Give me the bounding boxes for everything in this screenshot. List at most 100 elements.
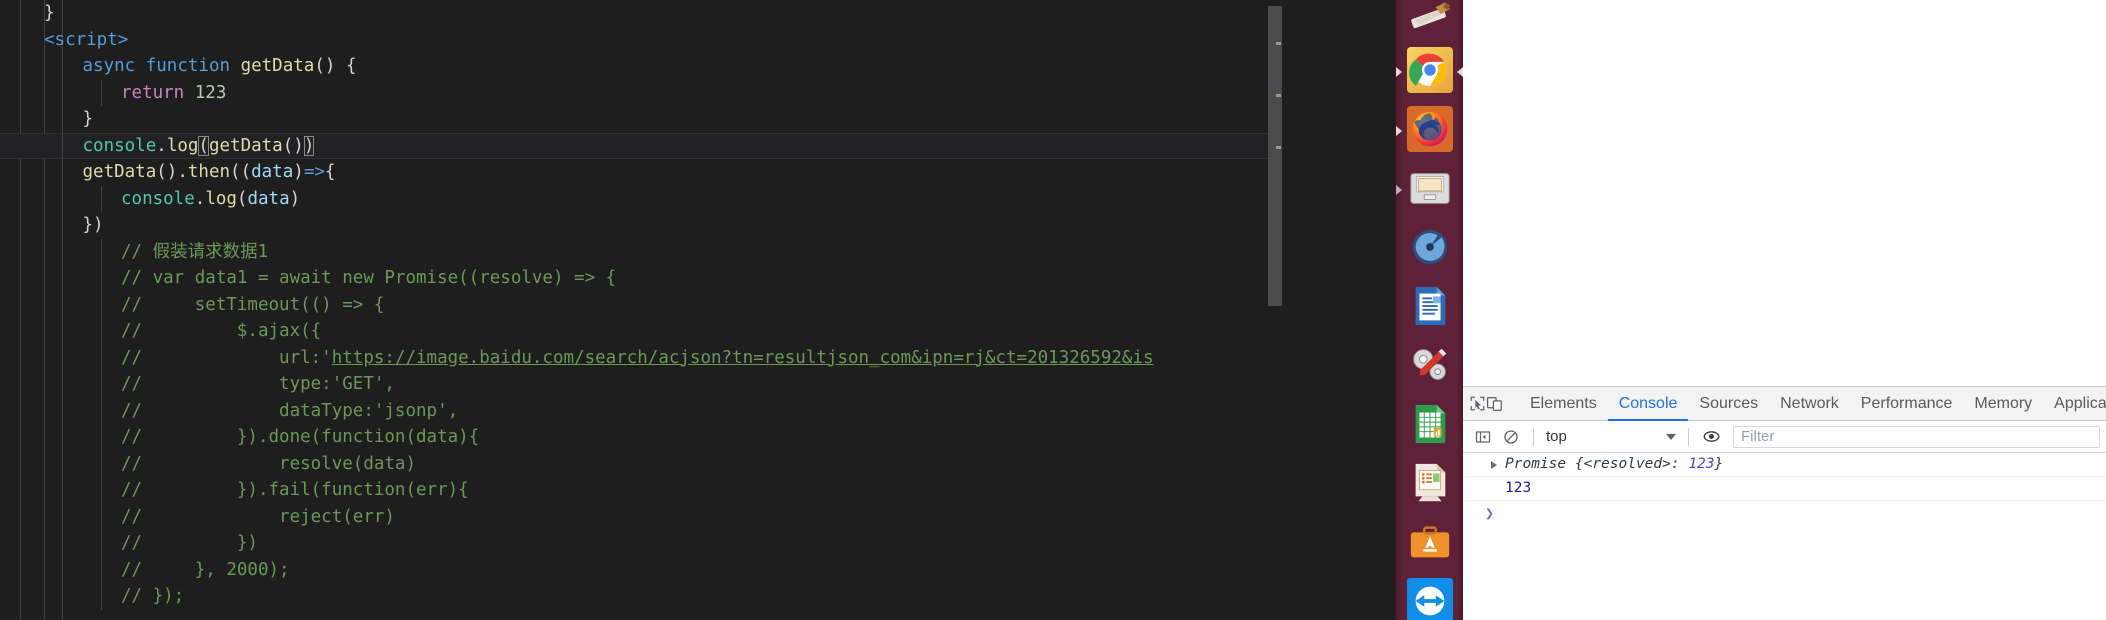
chrome-icon xyxy=(1407,47,1453,93)
console-output[interactable]: Promise {<resolved>: 123} 123 ❯ xyxy=(1463,453,2106,620)
code-line[interactable]: // }).done(function(data){ xyxy=(0,424,1282,451)
console-message[interactable]: Promise {<resolved>: 123} xyxy=(1463,453,2106,477)
code-line[interactable]: } xyxy=(0,0,1282,27)
code-line[interactable]: // }).fail(function(err){ xyxy=(0,477,1282,504)
code-line[interactable]: // }, 2000); xyxy=(0,556,1282,584)
code-token: // url:' xyxy=(121,347,332,368)
code-token: function xyxy=(145,56,231,76)
code-line[interactable]: // url:'https://image.baidu.com/search/a… xyxy=(0,344,1282,372)
dock-item-libreoffice-calc[interactable] xyxy=(1403,397,1457,451)
code-line-text: console.log(getData()) xyxy=(0,133,315,160)
code-text-area[interactable]: } <script> async function getData() {retur… xyxy=(0,0,1282,620)
code-line[interactable]: console.log(getData()) xyxy=(0,132,1282,160)
console-filter-input[interactable] xyxy=(1733,425,2100,448)
application-dock[interactable] xyxy=(1395,0,1463,620)
console-prompt-row[interactable]: ❯ xyxy=(1463,501,2106,525)
code-line-text: <script> xyxy=(0,27,128,54)
indent-guide xyxy=(62,212,63,239)
code-line[interactable]: // 假装请求数据1 xyxy=(0,238,1282,265)
code-token: getData xyxy=(82,162,157,182)
live-expression-icon[interactable] xyxy=(1697,423,1725,451)
code-line[interactable]: // setTimeout(() => { xyxy=(0,291,1282,318)
code-line[interactable]: // reject(err) xyxy=(0,503,1282,530)
tab-elements[interactable]: Elements xyxy=(1519,387,1608,421)
shutter-icon xyxy=(1407,224,1453,270)
dock-item-tweaks[interactable] xyxy=(1403,338,1457,392)
console-message[interactable]: 123 xyxy=(1463,477,2106,501)
indent-guide xyxy=(62,53,63,80)
cursor-inspect-icon[interactable] xyxy=(1469,390,1486,418)
dock-item-libreoffice-impress[interactable] xyxy=(1403,456,1457,510)
editor-scroll-marker xyxy=(1276,94,1281,97)
console-sidebar-icon[interactable] xyxy=(1469,423,1497,451)
js-context-select[interactable]: top xyxy=(1542,426,1680,448)
code-line-text: console.log(data) xyxy=(0,186,300,213)
dock-item-teamviewer[interactable] xyxy=(1403,574,1457,620)
tab-network[interactable]: Network xyxy=(1769,387,1850,421)
dock-item-libreoffice-writer[interactable] xyxy=(1403,279,1457,333)
code-line[interactable]: // resolve(data) xyxy=(0,450,1282,477)
code-token: <script> xyxy=(44,29,129,50)
code-line[interactable]: // var data1 = await new Promise((resolv… xyxy=(0,265,1282,292)
code-line[interactable]: console.log(data) xyxy=(0,185,1282,213)
dock-item-google-chrome[interactable] xyxy=(1403,43,1457,97)
code-line[interactable]: return 123 xyxy=(0,79,1282,106)
code-line[interactable]: async function getData() { xyxy=(0,53,1282,80)
browser-viewport-area xyxy=(1463,0,2106,386)
dock-item-amazon[interactable] xyxy=(1403,515,1457,569)
dock-item-shutter[interactable] xyxy=(1403,220,1457,274)
prompt-caret-icon: ❯ xyxy=(1485,504,1495,522)
devtools-tabbar[interactable]: Elements Console Sources Network Performance… xyxy=(1463,386,2106,421)
dock-item-files[interactable] xyxy=(1403,161,1457,215)
indent-guide xyxy=(100,291,102,318)
editor-vertical-scrollbar[interactable] xyxy=(1268,0,1282,620)
code-line-text: // url:'https://image.baidu.com/search/a… xyxy=(0,345,1154,372)
code-token: // dataType:'jsonp', xyxy=(121,400,459,421)
code-token: { xyxy=(324,162,336,182)
console-toolbar[interactable]: top xyxy=(1463,421,2106,453)
code-line[interactable]: // type:'GET', xyxy=(0,371,1282,398)
code-token: ( xyxy=(236,188,248,209)
indent-guide xyxy=(62,477,63,504)
device-toolbar-icon[interactable] xyxy=(1486,390,1503,418)
code-line[interactable]: } xyxy=(0,106,1282,133)
code-line[interactable]: getData().then((data)=>{ xyxy=(0,159,1282,186)
tab-console[interactable]: Console xyxy=(1607,387,1689,421)
code-line-text: // }).fail(function(err){ xyxy=(0,477,469,504)
expand-triangle-icon[interactable] xyxy=(1491,461,1497,469)
tab-application[interactable]: Application xyxy=(2043,387,2106,421)
code-token: // var data1 = await new Promise((resolv… xyxy=(121,268,617,288)
console-text: 123 xyxy=(1688,456,1715,472)
code-line[interactable]: // }); xyxy=(0,583,1282,610)
code-line[interactable]: <script> xyxy=(0,27,1282,54)
indent-guide xyxy=(62,503,63,530)
tab-memory[interactable]: Memory xyxy=(1963,387,2043,421)
chevron-down-icon xyxy=(1666,433,1676,440)
code-token: . xyxy=(194,188,206,209)
dock-item-firefox[interactable] xyxy=(1403,102,1457,156)
code-line-text: // var data1 = await new Promise((resolv… xyxy=(0,265,616,292)
code-line[interactable]: }) xyxy=(0,212,1282,239)
code-line[interactable]: // dataType:'jsonp', xyxy=(0,397,1282,424)
code-token: } xyxy=(44,3,55,23)
code-editor[interactable]: } <script> async function getData() {retur… xyxy=(0,0,1282,620)
code-line[interactable]: // $.ajax({ xyxy=(0,318,1282,345)
indent-guide xyxy=(62,450,63,477)
console-text: 123 xyxy=(1505,480,1532,496)
editor-scrollbar-thumb[interactable] xyxy=(1268,6,1282,306)
indent-guide xyxy=(62,106,63,133)
code-line[interactable]: // }) xyxy=(0,530,1282,557)
dock-item-text-editor[interactable] xyxy=(1403,0,1457,38)
tab-sources[interactable]: Sources xyxy=(1688,387,1769,421)
clear-console-icon[interactable] xyxy=(1497,423,1525,451)
editor-scroll-marker xyxy=(1276,42,1281,45)
tab-performance[interactable]: Performance xyxy=(1850,387,1964,421)
code-line-text: // }, 2000); xyxy=(0,557,290,584)
text-editor-icon xyxy=(1407,0,1453,34)
code-token: (( xyxy=(230,162,252,182)
indent-guide xyxy=(62,185,63,212)
code-line-text: async function getData() { xyxy=(0,53,357,80)
